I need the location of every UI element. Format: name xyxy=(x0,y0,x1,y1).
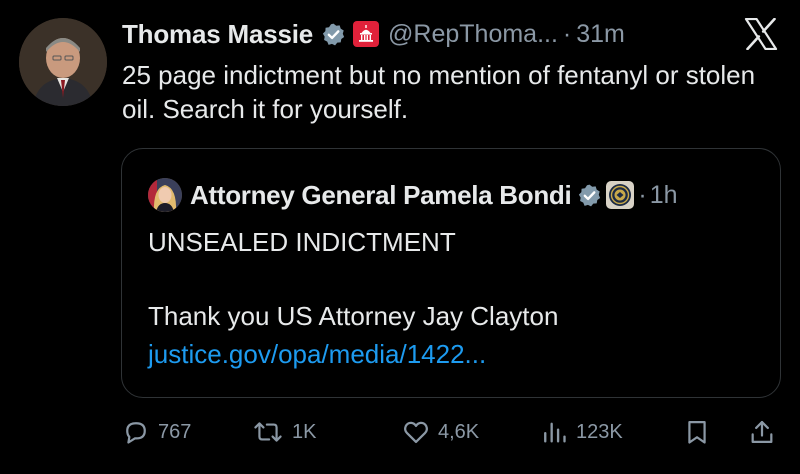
views-chart-icon xyxy=(540,418,568,446)
bookmark-icon xyxy=(683,418,711,446)
author-name[interactable]: Thomas Massie xyxy=(122,19,313,50)
tweet-timestamp[interactable]: 31m xyxy=(576,20,625,49)
capitol-affiliation-icon[interactable] xyxy=(353,21,380,47)
retweet-icon xyxy=(252,418,284,446)
reply-count: 767 xyxy=(158,420,192,443)
quoted-tweet-link[interactable]: justice.gov/opa/media/1422... xyxy=(148,339,486,370)
quoted-tweet-timestamp[interactable]: 1h xyxy=(650,181,678,210)
doj-seal-icon[interactable] xyxy=(606,181,635,209)
tweet-header: Thomas Massie @RepThoma... · 31m xyxy=(122,14,625,54)
quoted-author-avatar[interactable] xyxy=(148,178,182,212)
like-count: 4,6K xyxy=(438,420,480,443)
tweet-text: 25 page indictment but no mention of fen… xyxy=(122,60,756,124)
heart-icon xyxy=(402,418,430,446)
quoted-tweet-headline: UNSEALED INDICTMENT xyxy=(148,227,456,257)
quoted-tweet-text: Thank you US Attorney Jay Clayton xyxy=(148,301,559,331)
author-avatar[interactable] xyxy=(19,18,107,106)
separator-dot: · xyxy=(638,180,647,209)
reply-icon xyxy=(122,418,150,446)
retweet-button[interactable]: 1K xyxy=(252,412,316,452)
share-button[interactable] xyxy=(748,412,776,452)
x-logo-icon xyxy=(744,17,778,51)
reply-button[interactable]: 767 xyxy=(122,412,191,452)
like-button[interactable]: 4,6K xyxy=(402,412,479,452)
share-icon xyxy=(748,418,776,446)
separator-dot: · xyxy=(562,19,572,48)
retweet-count: 1K xyxy=(292,420,317,443)
quoted-tweet-header: Attorney General Pamela Bondi · 1h xyxy=(148,177,678,213)
tweet-card: Thomas Massie @RepThoma... · 31m 25 page… xyxy=(0,0,800,474)
verified-badge-icon[interactable] xyxy=(321,22,346,47)
quoted-tweet[interactable]: Attorney General Pamela Bondi · 1h UNSEA… xyxy=(121,148,781,398)
verified-badge-icon[interactable] xyxy=(577,183,602,208)
views-button[interactable]: 123K xyxy=(540,412,623,452)
action-bar: 767 1K 4,6K 123K xyxy=(0,412,800,452)
author-handle[interactable]: @RepThoma... xyxy=(388,20,558,49)
view-count: 123K xyxy=(576,420,623,443)
bookmark-button[interactable] xyxy=(683,412,711,452)
quoted-author-name[interactable]: Attorney General Pamela Bondi xyxy=(190,180,572,211)
